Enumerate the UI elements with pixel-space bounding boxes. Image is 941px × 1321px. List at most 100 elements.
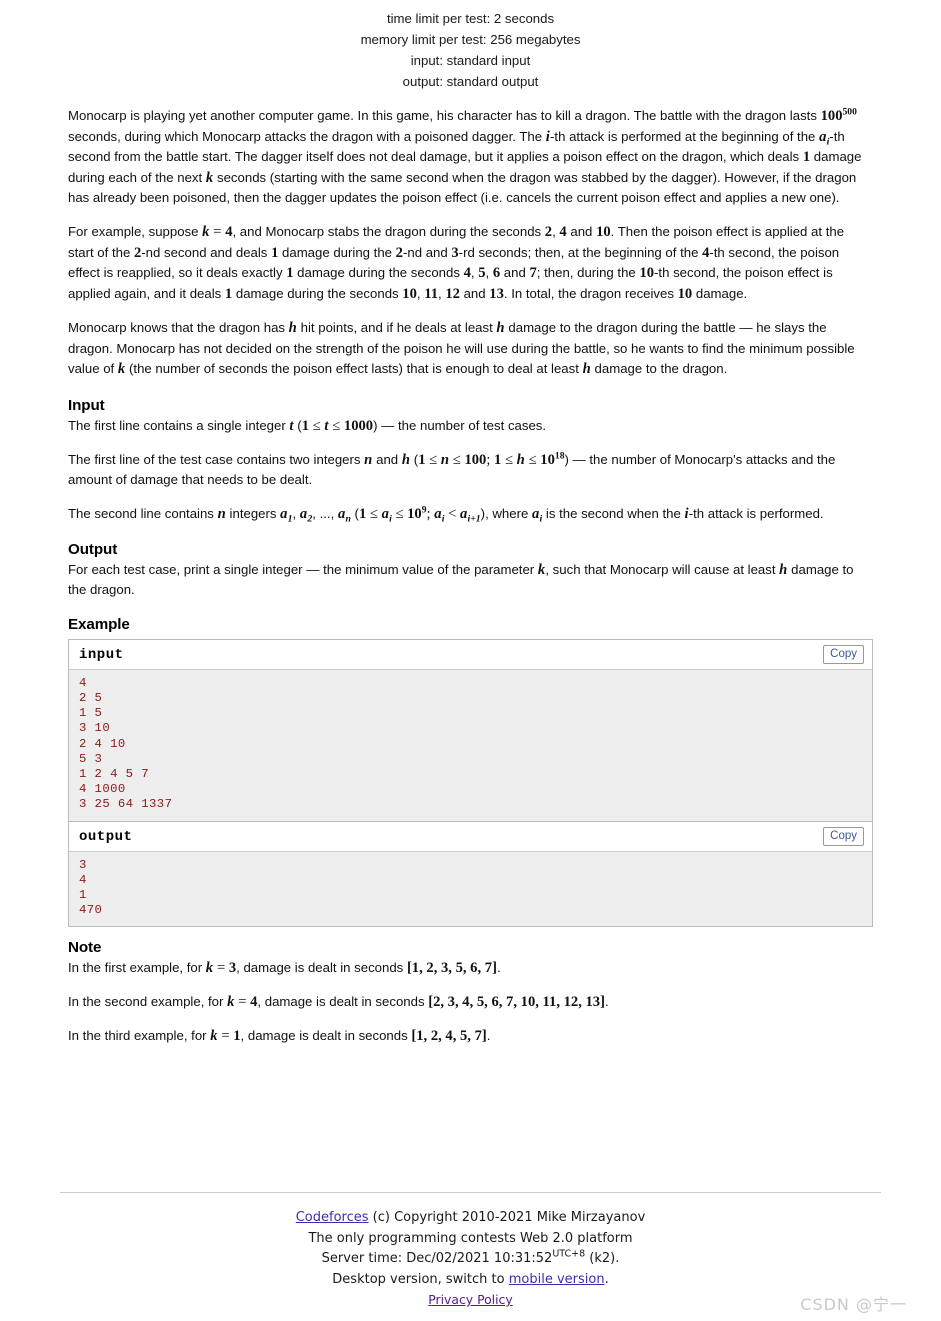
- math-10: 10: [677, 285, 693, 302]
- text: (: [293, 418, 302, 434]
- text: , such that Monocarp will cause at least: [545, 561, 780, 577]
- math-le: ≤: [524, 451, 541, 468]
- time-limit: time limit per test: 2 seconds: [386, 11, 555, 26]
- mobile-version-link[interactable]: mobile version: [509, 1272, 605, 1287]
- server-node: (k2).: [585, 1251, 620, 1266]
- math-2: 2: [395, 244, 403, 261]
- math-h: h: [516, 451, 525, 468]
- text: and: [566, 223, 597, 239]
- text: In the first example, for: [68, 960, 206, 976]
- text: damage.: [692, 285, 748, 301]
- math-le: ≤: [425, 451, 441, 468]
- math-10: 10: [639, 265, 655, 282]
- csdn-watermark: CSDN @宁一: [800, 1295, 907, 1314]
- text: ; then, during the: [536, 265, 640, 281]
- math-a: a: [381, 505, 390, 522]
- example-section-title: Example: [68, 615, 130, 633]
- copy-output-button[interactable]: Copy: [823, 826, 864, 846]
- output-section-title: Output: [68, 540, 118, 558]
- math-seconds-list: [1, 2, 3, 5, 6, 7]: [406, 960, 497, 977]
- text: , damage is dealt in seconds: [257, 993, 429, 1009]
- text: and: [459, 285, 490, 301]
- input-section-title: Input: [68, 397, 105, 415]
- text: , damage is dealt in seconds: [240, 1027, 412, 1043]
- text: , ...,: [312, 505, 338, 521]
- text: (the number of seconds the poison effect…: [125, 360, 583, 376]
- math-le: ≤: [449, 451, 465, 468]
- statement-paragraph-1: Monocarp is playing yet another computer…: [68, 106, 873, 208]
- math-13: 13: [489, 285, 504, 302]
- text: For example, suppose: [68, 223, 203, 239]
- sample-tests: input Copy 4 2 5 1 5 3 10 2 4 10 5 3 1 2…: [0, 638, 941, 928]
- desktop-version-text: Desktop version, switch to: [332, 1271, 509, 1287]
- text: ,: [292, 505, 300, 521]
- math-a: a: [819, 128, 827, 145]
- text: -th attack is performed.: [688, 505, 824, 521]
- footer-server-time: Server time: Dec/02/2021 10:31:52UTC+8 (…: [0, 1249, 941, 1270]
- sample-input-label: input: [79, 646, 124, 663]
- output-spec: output: standard output: [402, 74, 539, 89]
- math-5: 5: [478, 265, 486, 282]
- text: ,: [485, 265, 493, 281]
- note-paragraph-3: In the third example, for k = 1, damage …: [68, 1026, 873, 1047]
- text: damage during the: [278, 244, 396, 260]
- statement-paragraph-2: For example, suppose k = 4 , and Monocarp…: [68, 222, 873, 304]
- text: -th attack is performed at the beginning…: [550, 128, 820, 144]
- math-11: 11: [424, 285, 439, 302]
- math-h: h: [401, 451, 411, 468]
- text: For each test case, print a single integ…: [68, 561, 538, 577]
- math-semicolon: ;: [486, 451, 495, 468]
- math-h: h: [288, 320, 297, 337]
- text: Monocarp knows that the dragon has: [68, 320, 289, 336]
- text: In the second example, for: [68, 993, 228, 1009]
- copy-input-button[interactable]: Copy: [823, 644, 864, 664]
- privacy-policy-link[interactable]: Privacy Policy: [428, 1292, 512, 1307]
- math-n: n: [440, 451, 450, 468]
- sample-output-label: output: [79, 828, 133, 845]
- input-line-1: The first line contains a single integer…: [68, 416, 873, 437]
- sample-input-header: input Copy: [69, 639, 872, 670]
- math-1: 1: [301, 418, 309, 435]
- text: . In total, the dragon receives: [503, 285, 678, 301]
- math-h: h: [496, 320, 505, 337]
- math-le: ≤: [328, 418, 344, 435]
- math-3: 3: [451, 244, 459, 261]
- text: and: [372, 451, 402, 467]
- math-le: ≤: [309, 418, 325, 435]
- math-le: ≤: [366, 505, 382, 522]
- math-k: k: [202, 223, 210, 240]
- text: damage during the seconds: [293, 265, 464, 281]
- memory-limit: memory limit per test: 256 megabytes: [360, 32, 581, 47]
- math-7: 7: [529, 265, 537, 282]
- math-eq: =: [209, 223, 226, 240]
- text: and: [500, 265, 530, 281]
- sample-input-text: 4 2 5 1 5 3 10 2 4 10 5 3 1 2 4 5 7 4 10…: [69, 669, 872, 821]
- math-2: 2: [544, 223, 553, 240]
- note-paragraph-1: In the first example, for k = 3, damage …: [68, 958, 873, 979]
- text: .: [604, 1271, 609, 1287]
- math-100: 100: [464, 451, 487, 468]
- text: Monocarp is playing yet another computer…: [68, 108, 821, 123]
- math-1: 1: [286, 265, 294, 282]
- text: damage to the dragon.: [590, 360, 728, 376]
- math-exp-500: 500: [842, 106, 857, 118]
- text: is the second when the: [542, 505, 685, 521]
- copyright-text: (c) Copyright 2010-2021 Mike Mirzayanov: [368, 1210, 646, 1225]
- footer-divider: [60, 1192, 881, 1193]
- math-1000: 1000: [343, 418, 374, 435]
- note-block: Note In the first example, for k = 3, da…: [0, 939, 941, 1046]
- text: ), where: [480, 505, 532, 521]
- problem-page: time limit per test: 2 seconds memory li…: [0, 0, 941, 1314]
- math-h: h: [779, 561, 788, 578]
- math-lt: <: [444, 505, 460, 522]
- text: -nd second and deals: [141, 244, 272, 260]
- problem-limits: time limit per test: 2 seconds memory li…: [0, 0, 941, 92]
- sample-output-text: 3 4 1 470: [69, 851, 872, 927]
- text: .: [496, 960, 501, 976]
- text: -rd seconds; then, at the beginning of t…: [458, 244, 703, 260]
- input-line-2: The first line of the test case contains…: [68, 450, 873, 490]
- text: In the third example, for: [68, 1027, 211, 1043]
- text: The second line contains: [68, 505, 218, 521]
- codeforces-link[interactable]: Codeforces: [296, 1210, 369, 1225]
- statement-paragraph-3: Monocarp knows that the dragon has h hit…: [68, 318, 873, 379]
